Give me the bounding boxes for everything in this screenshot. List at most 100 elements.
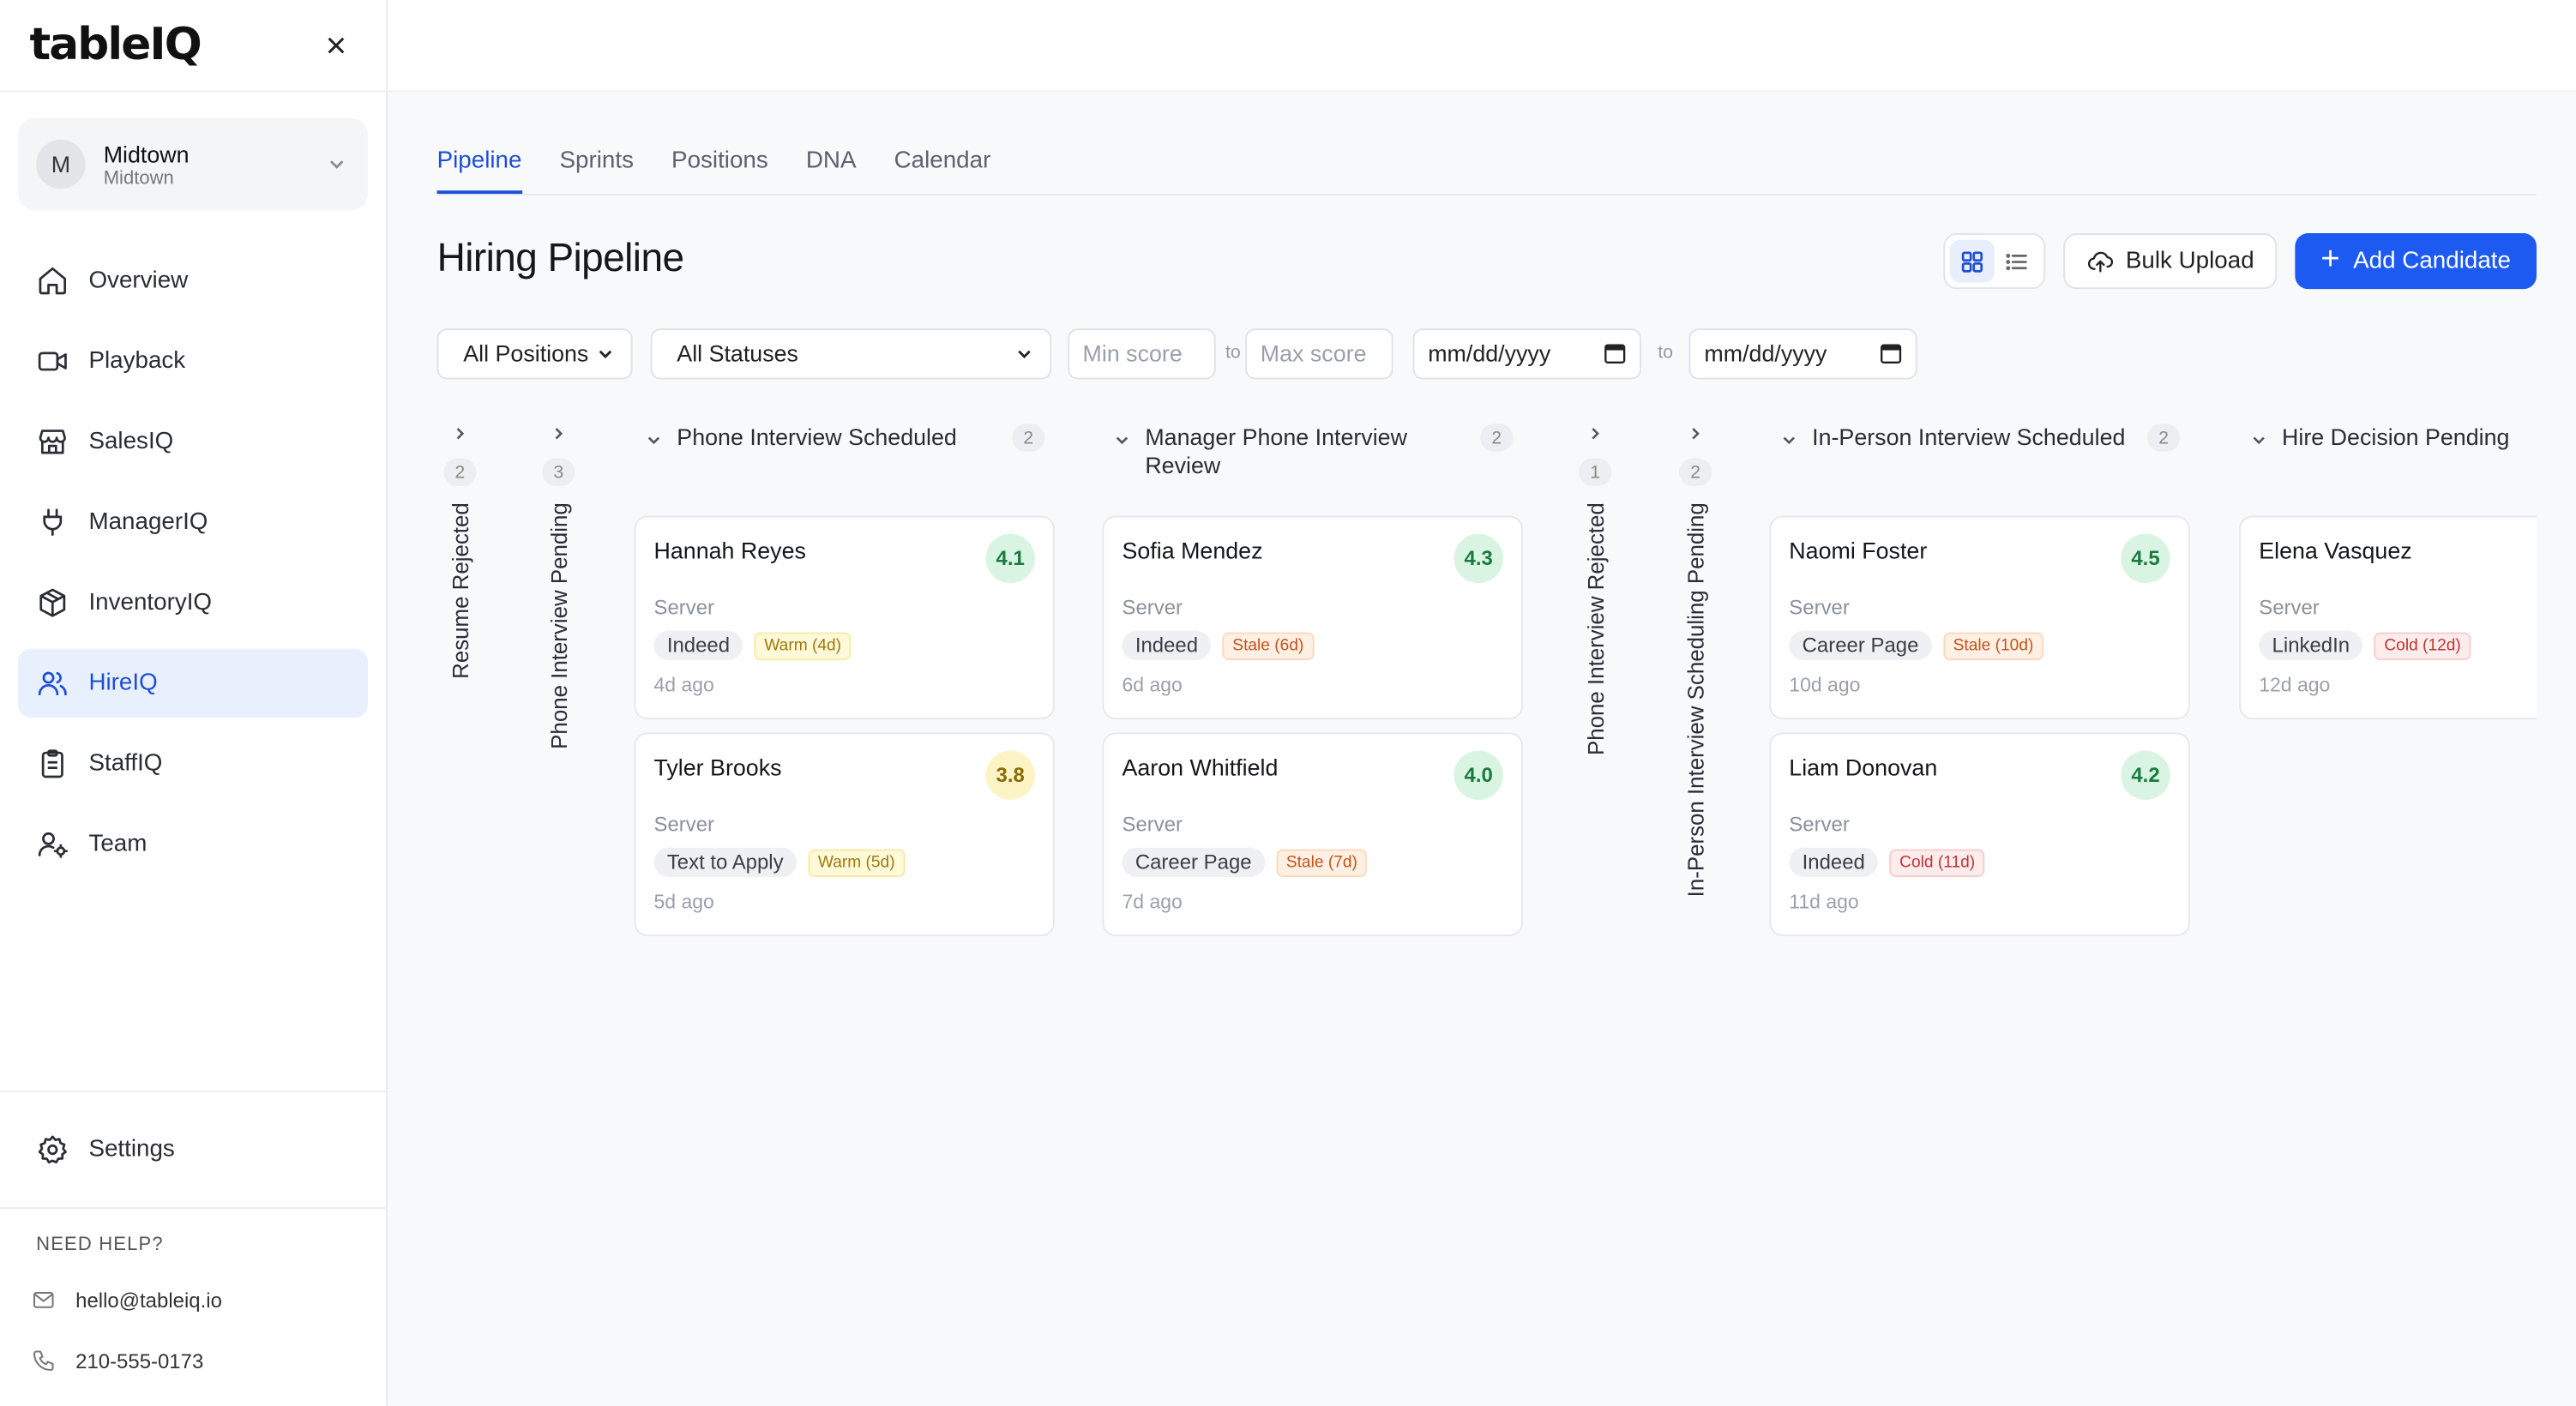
chevron-down-icon: [330, 160, 344, 169]
add-candidate-button[interactable]: + Add Candidate: [2295, 233, 2537, 290]
source-tag: Career Page: [1122, 847, 1265, 878]
list-icon: [2006, 253, 2027, 270]
column-count-badge: 2: [1012, 424, 1045, 452]
sidebar-item-label: Settings: [88, 1136, 175, 1163]
positions-select-value: All Positions: [463, 339, 589, 367]
help-phone-text: 210-555-0173: [75, 1349, 204, 1373]
freshness-badge: Cold (11d): [1889, 848, 1985, 877]
candidate-card[interactable]: Tyler Brooks 3.8 Server Text to Apply Wa…: [634, 732, 1055, 937]
chevron-down-icon[interactable]: [644, 430, 664, 450]
candidate-role: Server: [653, 813, 715, 837]
plus-icon: +: [2320, 241, 2340, 278]
sidebar-item-settings[interactable]: Settings: [18, 1115, 368, 1184]
column-hire-decision-pending: Hire Decision Pending Elena Vasquez Serv…: [2239, 414, 2537, 733]
tab-calendar[interactable]: Calendar: [894, 147, 991, 194]
column-title: Phone Interview Scheduled: [677, 424, 957, 450]
sidebar-item-playback[interactable]: Playback: [18, 327, 368, 395]
video-icon: [38, 352, 67, 371]
collapsed-column-in-person-interview-scheduling-pending[interactable]: 2 In-Person Interview Scheduling Pending: [1670, 414, 1719, 897]
sidebar-item-inventoryiq[interactable]: InventoryIQ: [18, 568, 368, 637]
chevron-right-icon[interactable]: [549, 424, 569, 443]
sidebar-item-team[interactable]: Team: [18, 809, 368, 878]
candidate-card[interactable]: Aaron Whitfield 4.0 Server Career Page S…: [1102, 732, 1523, 937]
chevron-down-icon: [599, 349, 612, 358]
freshness-badge: Warm (5d): [808, 848, 906, 877]
candidate-card[interactable]: Elena Vasquez Server LinkedIn Cold (12d)…: [2239, 515, 2537, 720]
candidate-name: Aaron Whitfield: [1122, 754, 1279, 781]
settings-row: Settings: [0, 1092, 386, 1207]
filter-bar: All Positions All Statuses Min score to …: [436, 327, 1918, 379]
sidebar-item-hireiq[interactable]: HireIQ: [18, 648, 369, 718]
chevron-right-icon[interactable]: [450, 424, 470, 443]
positions-select[interactable]: All Positions: [436, 327, 633, 379]
source-tag: Indeed: [653, 630, 743, 661]
sidebar-bottom: Settings NEED HELP? hello@tableiq.io 210…: [0, 1091, 387, 1406]
main-content: Pipeline Sprints Positions DNA Calendar …: [388, 0, 2576, 1406]
time-ago: 11d ago: [1789, 890, 1859, 914]
sidebar-item-manageriq[interactable]: ManagerIQ: [18, 488, 368, 556]
candidate-card[interactable]: Sofia Mendez 4.3 Server Indeed Stale (6d…: [1102, 515, 1523, 720]
score-range-separator: to: [1225, 343, 1241, 364]
close-sidebar-button[interactable]: ×: [326, 27, 347, 63]
help-title: NEED HELP?: [36, 1235, 164, 1255]
collapsed-column-phone-interview-rejected[interactable]: 1 Phone Interview Rejected: [1571, 414, 1620, 755]
min-score-input[interactable]: Min score: [1068, 327, 1216, 379]
candidate-card[interactable]: Hannah Reyes 4.1 Server Indeed Warm (4d)…: [634, 515, 1055, 720]
tab-dna[interactable]: DNA: [806, 147, 857, 194]
score-badge: 4.5: [2121, 533, 2170, 584]
candidate-card[interactable]: Liam Donovan 4.2 Server Indeed Cold (11d…: [1769, 732, 2190, 937]
source-tag: Text to Apply: [653, 847, 797, 878]
column-header[interactable]: Hire Decision Pending: [2239, 414, 2537, 516]
candidate-card[interactable]: Naomi Foster 4.5 Server Career Page Stal…: [1769, 515, 2190, 720]
time-ago: 5d ago: [653, 890, 714, 914]
tab-pipeline[interactable]: Pipeline: [436, 147, 522, 195]
sidebar-item-staffiq[interactable]: StaffIQ: [18, 730, 368, 798]
chevron-down-icon[interactable]: [2249, 430, 2269, 450]
tab-positions[interactable]: Positions: [671, 147, 768, 194]
sidebar-item-label: StaffIQ: [88, 750, 163, 778]
chevron-down-icon[interactable]: [1779, 430, 1799, 450]
chevron-down-icon[interactable]: [1112, 430, 1132, 450]
tab-sprints[interactable]: Sprints: [560, 147, 634, 194]
org-switcher[interactable]: M Midtown Midtown: [18, 117, 369, 211]
column-title: In-Person Interview Scheduled: [1812, 424, 2126, 450]
tag-row: Indeed Stale (6d): [1122, 630, 1502, 661]
gear-icon: [38, 1135, 67, 1164]
candidate-name: Liam Donovan: [1789, 754, 1938, 781]
chevron-right-icon[interactable]: [1686, 424, 1706, 443]
time-ago: 4d ago: [653, 673, 714, 697]
date-from-input[interactable]: mm/dd/yyyy: [1412, 327, 1642, 379]
org-avatar: M: [36, 139, 86, 189]
time-ago: 7d ago: [1122, 890, 1183, 914]
max-score-input[interactable]: Max score: [1245, 327, 1393, 379]
score-badge: 4.3: [1454, 533, 1503, 584]
column-title: Resume Rejected: [448, 502, 472, 679]
help-email[interactable]: hello@tableiq.io: [31, 1288, 386, 1313]
freshness-badge: Stale (10d): [1943, 631, 2043, 660]
date-to-input[interactable]: mm/dd/yyyy: [1689, 327, 1918, 379]
calendar-icon: [1881, 344, 1902, 364]
grid-view-button[interactable]: [1950, 239, 1995, 283]
collapsed-column-phone-interview-pending[interactable]: 3 Phone Interview Pending: [534, 414, 583, 749]
column-header[interactable]: Manager Phone Interview Review 2: [1103, 414, 1523, 516]
sidebar-item-salesiq[interactable]: SalesIQ: [18, 407, 368, 476]
column-count-badge: 2: [1678, 458, 1712, 487]
time-ago: 6d ago: [1122, 673, 1183, 697]
tab-bar: Pipeline Sprints Positions DNA Calendar: [436, 93, 2537, 195]
freshness-badge: Warm (4d): [754, 631, 852, 660]
help-section: NEED HELP? hello@tableiq.io 210-555-0173: [0, 1207, 387, 1373]
column-header[interactable]: In-Person Interview Scheduled 2: [1769, 414, 2189, 516]
sidebar-item-label: InventoryIQ: [88, 589, 213, 616]
sidebar-item-overview[interactable]: Overview: [18, 246, 368, 315]
column-header[interactable]: Phone Interview Scheduled 2: [634, 414, 1054, 516]
collapsed-column-resume-rejected[interactable]: 2 Resume Rejected: [437, 414, 485, 679]
list-view-button[interactable]: [1995, 240, 2039, 283]
bulk-upload-button[interactable]: Bulk Upload: [2063, 233, 2278, 290]
statuses-select[interactable]: All Statuses: [650, 327, 1052, 379]
app-window: tableIQ × M Midtown Midtown Overview Pla…: [0, 0, 2576, 1406]
time-ago: 10d ago: [1789, 673, 1861, 697]
help-phone[interactable]: 210-555-0173: [31, 1349, 386, 1373]
candidate-name: Naomi Foster: [1789, 537, 1928, 564]
chevron-right-icon[interactable]: [1586, 424, 1605, 443]
clipboard-icon: [41, 749, 63, 778]
